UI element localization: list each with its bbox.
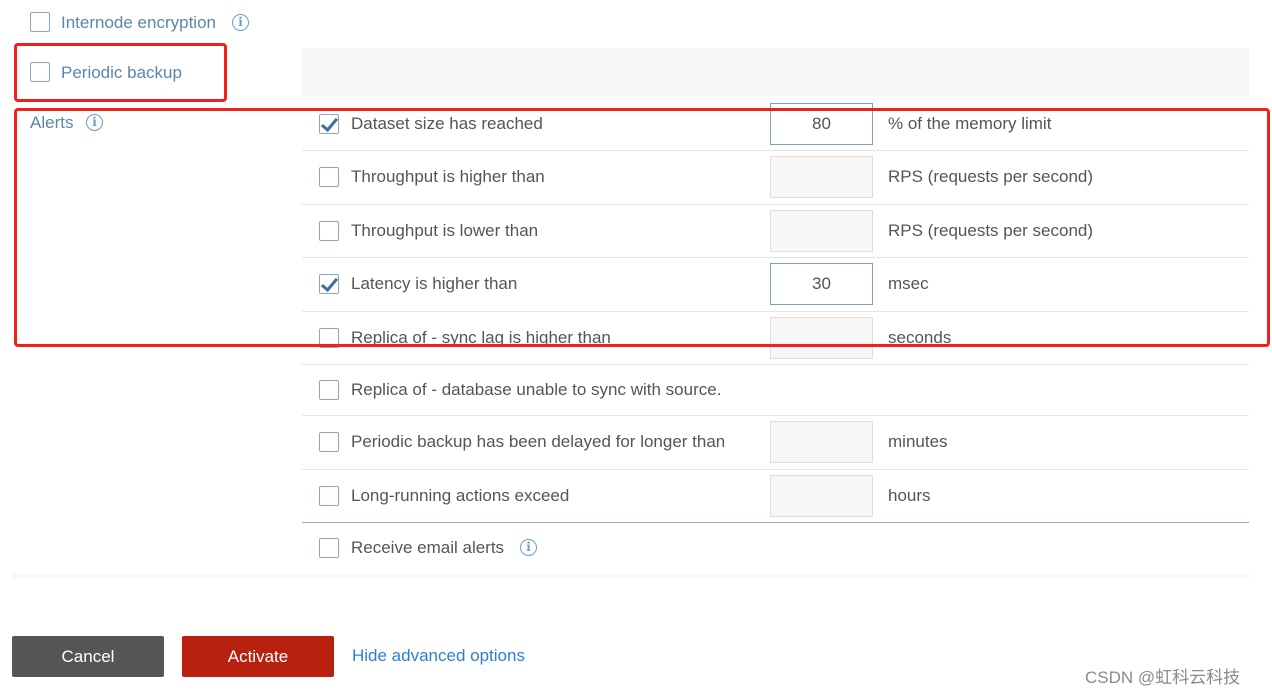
row-divider (302, 415, 1249, 416)
alert-unit: minutes (888, 431, 948, 451)
alert-checkbox[interactable] (319, 273, 339, 294)
alert-threshold-input[interactable] (770, 262, 873, 305)
watermark: CSDN @虹科云科技 (1085, 668, 1241, 687)
row-divider (302, 469, 1249, 470)
alert-label: Long-running actions exceed (351, 485, 570, 505)
alert-unit: hours (888, 485, 931, 505)
receive-email-alerts-checkbox[interactable] (319, 538, 339, 558)
internode-encryption-checkbox[interactable] (30, 12, 50, 32)
row-divider (302, 257, 1249, 258)
email-divider (302, 522, 1249, 523)
activate-button[interactable]: Activate (182, 636, 334, 677)
alert-checkbox[interactable] (319, 327, 339, 348)
alert-checkbox[interactable] (319, 431, 339, 452)
internode-encryption-label: Internode encryption (61, 13, 216, 32)
alert-checkbox[interactable] (319, 379, 339, 400)
row-divider (302, 204, 1249, 205)
hide-advanced-options-link[interactable]: Hide advanced options (352, 646, 525, 666)
row-divider (302, 150, 1249, 151)
cancel-button[interactable]: Cancel (12, 636, 164, 677)
alert-threshold-input[interactable] (770, 474, 873, 517)
alert-threshold-input[interactable] (770, 209, 873, 252)
alert-unit: RPS (requests per second) (888, 220, 1094, 240)
alert-label: Periodic backup has been delayed for lon… (351, 431, 726, 451)
alert-threshold-input[interactable] (770, 316, 873, 359)
alert-label: Throughput is higher than (351, 166, 545, 186)
alert-unit: RPS (requests per second) (888, 166, 1094, 186)
page: Internode encryption i Periodic backup A… (0, 0, 1272, 697)
alert-checkbox[interactable] (319, 113, 339, 134)
info-icon[interactable]: i (86, 114, 103, 131)
alerts-label: Alerts (30, 113, 74, 132)
alert-label: Replica of - database unable to sync wit… (351, 379, 722, 399)
periodic-backup-row-bg (302, 48, 1249, 96)
info-icon[interactable]: i (520, 539, 537, 556)
alert-threshold-input[interactable] (770, 102, 873, 145)
periodic-backup-label: Periodic backup (61, 63, 182, 82)
alert-label: Throughput is lower than (351, 220, 539, 240)
alert-unit: seconds (888, 327, 952, 347)
alert-label: Replica of - sync lag is higher than (351, 327, 611, 347)
row-divider (302, 311, 1249, 312)
row-divider (302, 364, 1249, 365)
periodic-backup-checkbox[interactable] (30, 62, 50, 82)
alert-unit: % of the memory limit (888, 113, 1052, 133)
alert-checkbox[interactable] (319, 166, 339, 187)
alert-threshold-input[interactable] (770, 155, 873, 198)
section-bottom-band (12, 574, 1249, 578)
info-icon[interactable]: i (232, 14, 249, 31)
alert-label: Latency is higher than (351, 273, 518, 293)
alert-label: Dataset size has reached (351, 113, 543, 133)
alert-unit: msec (888, 273, 929, 293)
alert-checkbox[interactable] (319, 485, 339, 506)
alert-threshold-input[interactable] (770, 420, 873, 463)
receive-email-alerts-label: Receive email alerts (351, 538, 505, 557)
alert-checkbox[interactable] (319, 220, 339, 241)
